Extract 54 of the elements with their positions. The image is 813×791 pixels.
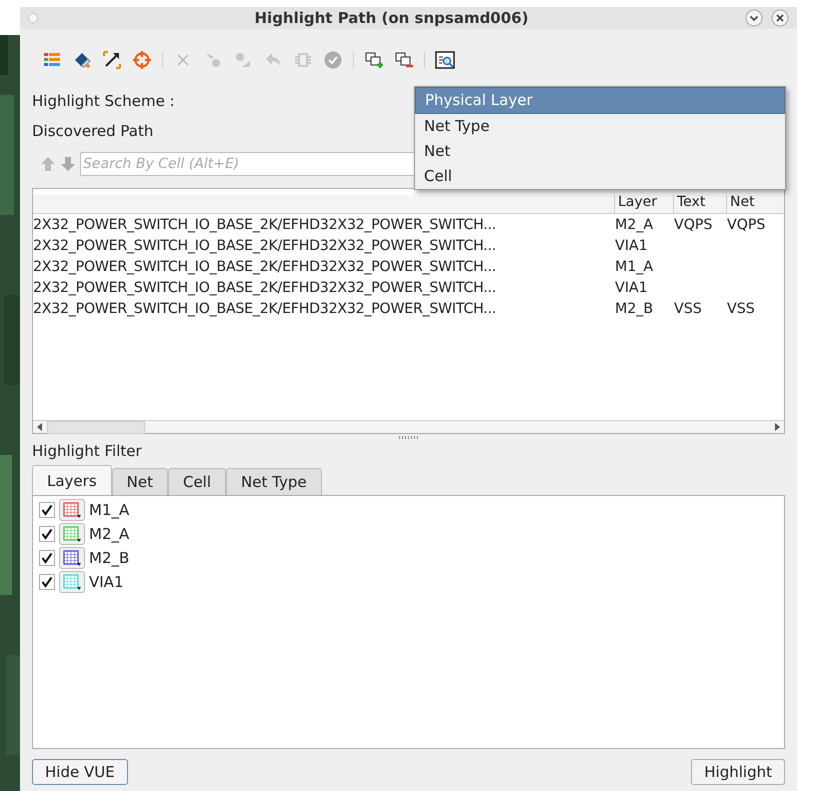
filter-label: Highlight Filter [32,442,142,460]
layer-name: M2_B [89,549,130,567]
zoom-window-icon[interactable] [435,50,455,70]
column-header[interactable]: Text [673,195,726,213]
scroll-thumb[interactable] [47,420,145,434]
table-cell-text: VQPS [673,216,714,232]
table-cell-text: VSS [726,300,756,316]
add-window-icon[interactable] [364,50,384,70]
table-cell-text: VIA1 [614,280,649,296]
discovered-path-label: Discovered Path [32,122,154,140]
push-button[interactable]: Hide VUE [32,759,128,785]
table-cell-text: VSS [673,300,703,316]
layer-color-button[interactable] [59,523,85,545]
tab[interactable]: Net [112,468,168,495]
column-header[interactable]: Net [726,195,779,213]
close-icon[interactable] [771,9,789,27]
checkbox[interactable] [39,502,55,518]
table-cell-text: 2X32_POWER_SWITCH_IO_BASE_2K/EFHD32X32_POWER_SWITCH... [33,280,498,296]
layer-color-button[interactable] [59,547,85,569]
remove-window-icon[interactable] [394,50,414,70]
table-cell-text: 2X32_POWER_SWITCH_IO_BASE_2K/EFHD32X32_POWER_SWITCH... [33,216,498,232]
expand-icon[interactable] [102,50,122,70]
table-cell-text: M2_A [614,216,654,232]
table-cell-text: 2X32_POWER_SWITCH_IO_BASE_2K/EFHD32X32_POWER_SWITCH... [33,258,498,274]
horizontal-scrollbar[interactable] [33,420,784,433]
table-cell-text: M1_A [614,258,654,274]
checkbox[interactable] [39,574,55,590]
table-cell-text: VIA1 [614,238,649,254]
checkbox[interactable] [39,550,55,566]
tab[interactable]: Layers [32,465,112,495]
layer-name: M1_A [89,501,130,519]
checkbox[interactable] [39,526,55,542]
splitter-handle[interactable] [398,436,418,439]
table-cell-text: VQPS [726,216,766,232]
menu-item[interactable]: Net Type [415,114,785,139]
table-cell-text: 2X32_POWER_SWITCH_IO_BASE_2K/EFHD32X32_POWER_SWITCH... [33,238,498,254]
layer-name: M2_A [89,525,130,543]
down-arrow-icon[interactable] [60,154,76,172]
layer-color-button[interactable] [59,499,85,521]
scroll-left-icon[interactable] [36,422,44,432]
minimize-icon[interactable] [745,9,763,27]
tab[interactable]: Cell [168,468,226,495]
column-header[interactable]: Layer [614,195,673,213]
window-title: Highlight Path (on snpsamd006) [254,9,530,27]
scheme-label: Highlight Scheme : [32,92,175,110]
tab[interactable]: Net Type [226,468,322,495]
table-cell-text: 2X32_POWER_SWITCH_IO_BASE_2K/EFHD32X32_POWER_SWITCH... [33,300,498,316]
menu-item[interactable]: Physical Layer [415,87,785,114]
layer-name: VIA1 [89,573,124,591]
scroll-right-icon[interactable] [773,422,781,432]
push-button[interactable]: Highlight [691,759,785,785]
table-cell-text: M2_B [614,300,654,316]
layer-color-button[interactable] [59,571,85,593]
crosshair-icon[interactable] [132,50,152,70]
